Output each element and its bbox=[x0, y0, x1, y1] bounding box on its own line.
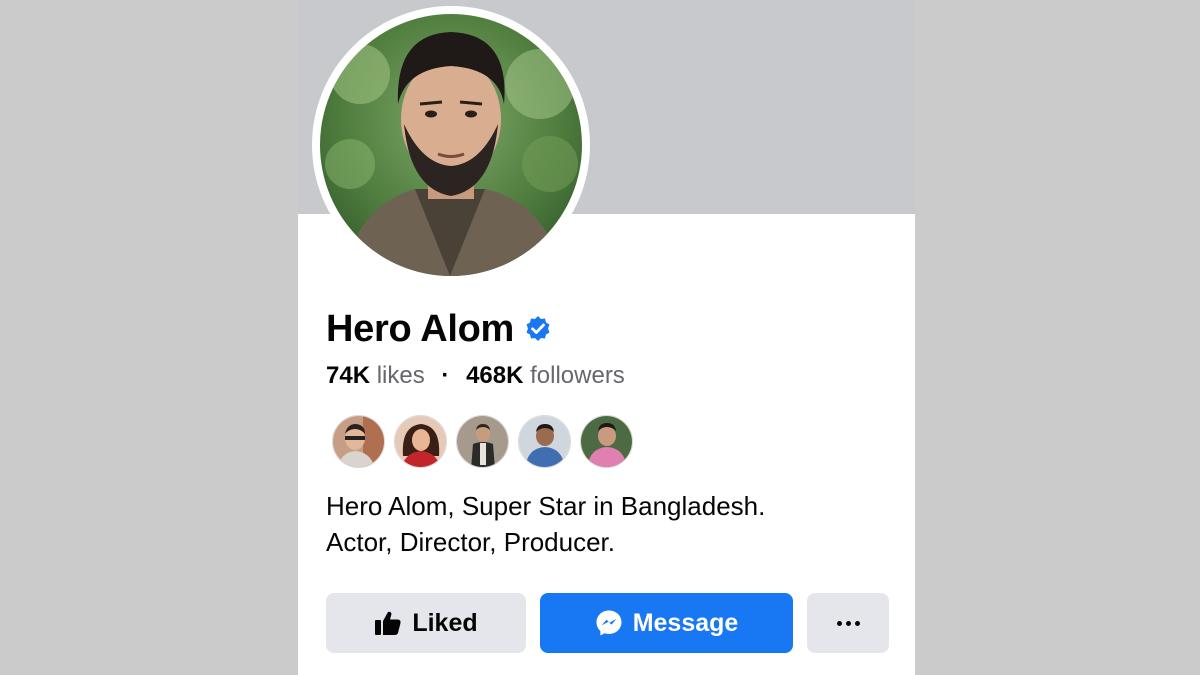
more-options-button[interactable] bbox=[807, 593, 889, 653]
messenger-icon bbox=[595, 609, 623, 637]
liked-button[interactable]: Liked bbox=[326, 593, 526, 653]
bio-line-2: Actor, Director, Producer. bbox=[326, 527, 616, 557]
more-options-icon bbox=[836, 620, 860, 626]
profile-picture[interactable] bbox=[312, 6, 590, 284]
friend-avatar-2[interactable] bbox=[394, 415, 447, 468]
page-name-row: Hero Alom bbox=[326, 304, 552, 354]
thumbs-up-icon bbox=[374, 610, 402, 636]
verified-badge-icon bbox=[524, 315, 552, 343]
friends-who-like-preview bbox=[332, 415, 633, 468]
page-stats: 74K likes · 468K followers bbox=[326, 362, 625, 390]
page-name: Hero Alom bbox=[326, 307, 515, 350]
followers-count[interactable]: 468K bbox=[466, 362, 523, 389]
friend-avatar-1[interactable] bbox=[332, 415, 385, 468]
friend-avatar-4[interactable] bbox=[518, 415, 571, 468]
liked-label: Liked bbox=[412, 608, 478, 637]
likes-label[interactable]: likes bbox=[377, 362, 425, 389]
message-label: Message bbox=[632, 608, 739, 637]
profile-photo bbox=[320, 14, 582, 276]
message-button[interactable]: Message bbox=[540, 593, 793, 653]
followers-label[interactable]: followers bbox=[530, 362, 625, 389]
stats-separator: · bbox=[441, 362, 450, 389]
friend-avatar-5[interactable] bbox=[580, 415, 633, 468]
likes-count[interactable]: 74K bbox=[326, 362, 370, 389]
friend-avatar-3[interactable] bbox=[456, 415, 509, 468]
page-bio: Hero Alom, Super Star in Bangladesh. Act… bbox=[326, 488, 765, 560]
bio-line-1: Hero Alom, Super Star in Bangladesh. bbox=[326, 491, 766, 521]
